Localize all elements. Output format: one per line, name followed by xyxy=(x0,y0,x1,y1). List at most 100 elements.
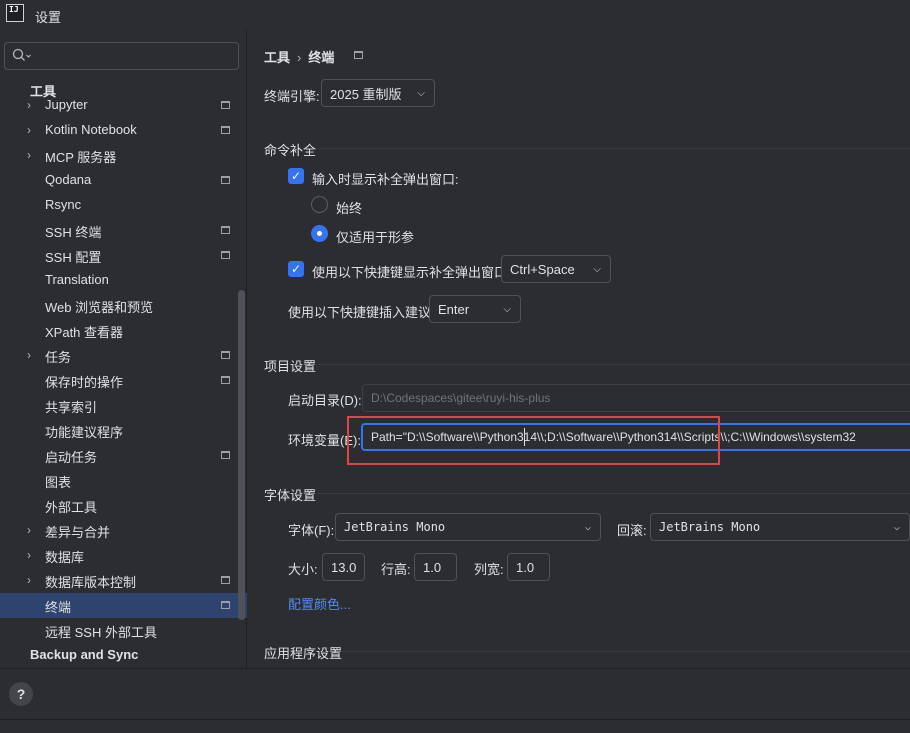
shortcut-popup-label: 使用以下快捷键显示补全弹出窗口: xyxy=(312,265,511,280)
sidebar-item[interactable]: SSH 配置 xyxy=(0,243,247,268)
sidebar-item-label: SSH 终端 xyxy=(45,225,102,240)
chevron-right-icon[interactable]: › xyxy=(27,123,31,137)
font-section-title: 字体设置 xyxy=(264,488,317,503)
section-divider xyxy=(318,148,910,149)
section-divider xyxy=(318,493,910,494)
search-icon xyxy=(12,48,36,64)
params-only-label: 仅适用于形参 xyxy=(336,230,415,245)
document-icon xyxy=(221,101,230,109)
shortcut-popup-select[interactable]: Ctrl+Space ⌵ xyxy=(501,255,611,283)
insert-suggestion-label: 使用以下快捷键插入建议: xyxy=(288,305,435,320)
column-width-field[interactable]: 1.0 xyxy=(507,553,550,581)
configure-colors-link[interactable]: 配置颜色... xyxy=(288,594,351,613)
sidebar-item[interactable]: 启动任务 xyxy=(0,443,247,468)
fallback-font-select[interactable]: JetBrains Mono ⌵ xyxy=(650,513,910,541)
sidebar-item[interactable]: › Kotlin Notebook xyxy=(0,118,247,143)
search-input[interactable] xyxy=(4,42,239,70)
sidebar-item[interactable]: Translation xyxy=(0,268,247,293)
sidebar-item[interactable]: › Jupyter xyxy=(0,93,247,118)
sidebar-item-label: 启动任务 xyxy=(45,450,98,465)
sidebar-item-label: 数据库版本控制 xyxy=(45,575,137,590)
sidebar-item[interactable]: 终端 xyxy=(0,593,247,618)
chevron-right-icon[interactable]: › xyxy=(27,573,31,587)
sidebar-item-label: 任务 xyxy=(45,350,72,365)
chevron-right-icon[interactable]: › xyxy=(27,148,31,162)
completion-section-title: 命令补全 xyxy=(264,143,317,158)
document-icon xyxy=(221,176,230,184)
font-select[interactable]: JetBrains Mono ⌵ xyxy=(335,513,601,541)
start-dir-label: 启动目录(D): xyxy=(288,393,362,408)
sidebar-item-label: 差异与合并 xyxy=(45,525,111,540)
always-radio[interactable] xyxy=(311,196,328,213)
chevron-right-icon[interactable]: › xyxy=(27,523,31,537)
font-label: 字体(F): xyxy=(288,523,335,538)
sidebar-item[interactable]: SSH 终端 xyxy=(0,218,247,243)
app-section-title: 应用程序设置 xyxy=(264,646,343,661)
sidebar-item-label: 终端 xyxy=(45,600,72,615)
sidebar-item-label: Jupyter xyxy=(45,97,88,112)
sidebar-item-label: Kotlin Notebook xyxy=(45,122,137,137)
params-only-radio[interactable] xyxy=(311,225,328,242)
sidebar-item[interactable]: › MCP 服务器 xyxy=(0,143,247,168)
chevron-right-icon[interactable]: › xyxy=(27,548,31,562)
chevron-down-icon: ⌵ xyxy=(584,522,591,533)
breadcrumb-parent[interactable]: 工具 xyxy=(264,50,290,65)
sidebar-item-label: 远程 SSH 外部工具 xyxy=(45,625,157,640)
font-size-field[interactable]: 13.0 xyxy=(322,553,365,581)
sidebar-scrollbar[interactable] xyxy=(238,290,245,620)
sidebar-item[interactable]: › 数据库 xyxy=(0,543,247,568)
show-popup-checkbox[interactable]: ✓ xyxy=(288,168,304,184)
sidebar-item-label: MCP 服务器 xyxy=(45,150,117,165)
breadcrumb: 工具 › 终端 xyxy=(264,47,334,66)
sidebar-item-label: 图表 xyxy=(45,475,72,490)
chevron-right-icon[interactable]: › xyxy=(27,98,31,112)
document-icon xyxy=(354,51,363,59)
column-width-label: 列宽: xyxy=(474,562,504,577)
shortcut-popup-value: Ctrl+Space xyxy=(510,261,575,277)
sidebar-item[interactable]: 功能建议程序 xyxy=(0,418,247,443)
app-logo-icon: IJ xyxy=(6,4,24,22)
line-height-field[interactable]: 1.0 xyxy=(414,553,457,581)
help-button[interactable]: ? xyxy=(9,682,33,706)
sidebar-item-label: SSH 配置 xyxy=(45,250,102,265)
document-icon xyxy=(221,576,230,584)
document-icon xyxy=(221,376,230,384)
title-bar xyxy=(0,0,910,30)
breadcrumb-current: 终端 xyxy=(308,50,335,65)
sidebar-item-label: 共享索引 xyxy=(45,400,98,415)
sidebar-item[interactable]: › 任务 xyxy=(0,343,247,368)
sidebar-item[interactable]: › 差异与合并 xyxy=(0,518,247,543)
sidebar-item[interactable]: Web 浏览器和预览 xyxy=(0,293,247,318)
insert-suggestion-select[interactable]: Enter ⌵ xyxy=(429,295,521,323)
sidebar-item-label: 功能建议程序 xyxy=(45,425,124,440)
document-icon xyxy=(221,601,230,609)
sidebar-item[interactable]: 远程 SSH 外部工具 xyxy=(0,618,247,643)
status-strip xyxy=(0,719,910,733)
shortcut-popup-checkbox[interactable]: ✓ xyxy=(288,261,304,277)
sidebar-item[interactable]: Qodana xyxy=(0,168,247,193)
sidebar-item[interactable]: 外部工具 xyxy=(0,493,247,518)
chevron-down-icon: ⌵ xyxy=(503,304,511,315)
document-icon xyxy=(221,451,230,459)
chevron-down-icon: ⌵ xyxy=(417,88,425,99)
sidebar-item[interactable]: Rsync xyxy=(0,193,247,218)
project-section-title: 项目设置 xyxy=(264,359,317,374)
chevron-right-icon[interactable]: › xyxy=(27,348,31,362)
breadcrumb-separator: › xyxy=(297,50,302,65)
font-select-value: JetBrains Mono xyxy=(344,520,446,534)
sidebar-item-label: 数据库 xyxy=(45,550,85,565)
sidebar-item[interactable]: 图表 xyxy=(0,468,247,493)
sidebar-item[interactable]: 保存时的操作 xyxy=(0,368,247,393)
fallback-font-label: 回滚: xyxy=(617,523,647,538)
sidebar-item[interactable]: 共享索引 xyxy=(0,393,247,418)
window-title: 设置 xyxy=(35,10,62,25)
sidebar-item-label: 保存时的操作 xyxy=(45,375,124,390)
section-divider xyxy=(318,364,910,365)
sidebar-section-backup[interactable]: Backup and Sync xyxy=(30,647,138,662)
engine-select[interactable]: 2025 重制版 ⌵ xyxy=(321,79,435,107)
start-dir-field[interactable]: D:\Codespaces\gitee\ruyi-his-plus xyxy=(362,384,910,412)
sidebar-item-label: 外部工具 xyxy=(45,500,98,515)
sidebar-item[interactable]: XPath 查看器 xyxy=(0,318,247,343)
document-icon xyxy=(221,351,230,359)
sidebar-item[interactable]: › 数据库版本控制 xyxy=(0,568,247,593)
